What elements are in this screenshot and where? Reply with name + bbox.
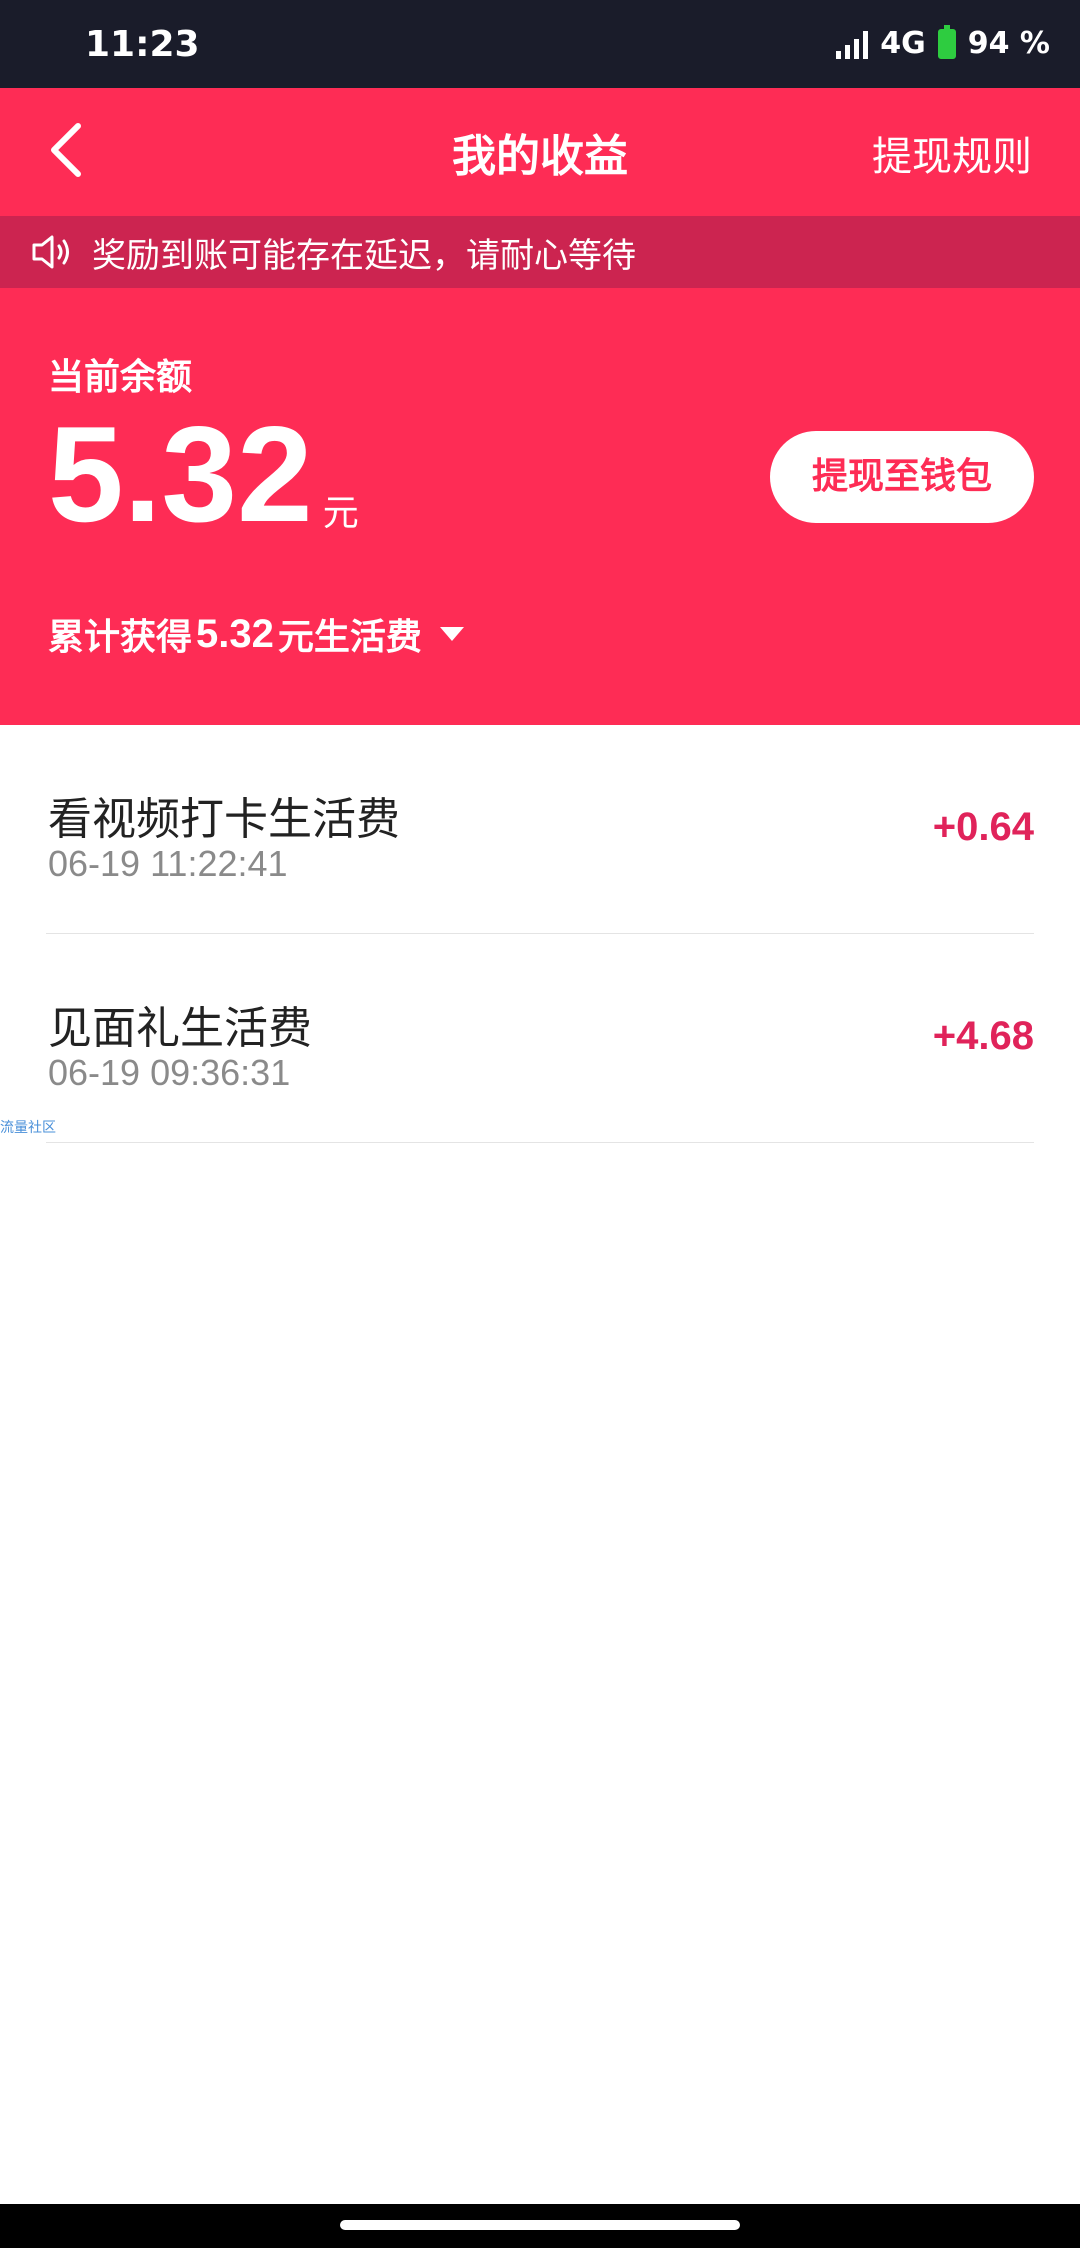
list-item: 看视频打卡生活费 06-19 11:22:41 +0.64 xyxy=(46,725,1034,934)
record-title: 看视频打卡生活费 xyxy=(48,794,400,845)
list-item: 见面礼生活费 06-19 09:36:31 +4.68 xyxy=(46,934,1034,1143)
withdraw-rules-link[interactable]: 提现规则 xyxy=(872,124,1032,182)
record-amount: +0.64 xyxy=(932,805,1034,849)
total-earned-toggle[interactable]: 累计获得 5.32 元生活费 xyxy=(48,608,464,660)
balance-amount: 5.32 元 xyxy=(48,406,359,542)
system-nav-bar xyxy=(0,2204,1080,2248)
record-title: 见面礼生活费 xyxy=(48,1003,312,1054)
total-amount: 5.32 xyxy=(196,611,274,656)
withdraw-to-wallet-button[interactable]: 提现至钱包 xyxy=(770,431,1034,523)
battery-level: 94 % xyxy=(967,26,1050,61)
record-time: 06-19 11:22:41 xyxy=(48,843,288,884)
notice-text: 奖励到账可能存在延迟，请耐心等待 xyxy=(92,235,636,276)
balance-value: 5.32 xyxy=(48,398,313,550)
home-gesture-handle[interactable] xyxy=(340,2220,740,2230)
top-header: 我的收益 提现规则 xyxy=(0,88,1080,216)
watermark-text: 流量社区 xyxy=(0,1120,56,1136)
total-suffix: 元生活费 xyxy=(277,617,422,658)
caret-down-icon xyxy=(439,627,464,641)
record-time: 06-19 09:36:31 xyxy=(48,1052,291,1093)
battery-icon xyxy=(937,24,956,59)
network-type: 4G xyxy=(880,26,926,61)
earnings-list: 看视频打卡生活费 06-19 11:22:41 +0.64 见面礼生活费 06-… xyxy=(0,725,1080,1143)
notice-banner: 奖励到账可能存在延迟，请耐心等待 xyxy=(0,216,1080,288)
total-prefix: 累计获得 xyxy=(48,617,193,658)
status-time: 11:23 xyxy=(85,24,200,65)
record-amount: +4.68 xyxy=(932,1014,1034,1058)
balance-card: 当前余额 5.32 元 提现至钱包 累计获得 5.32 元生活费 xyxy=(0,288,1080,725)
status-bar: 11:23 4G 94 % xyxy=(0,0,1080,88)
status-indicators: 4G 94 % xyxy=(836,24,1050,61)
balance-unit: 元 xyxy=(322,493,359,534)
speaker-icon xyxy=(32,235,69,269)
balance-label: 当前余额 xyxy=(48,357,193,398)
signal-icon xyxy=(836,29,869,59)
